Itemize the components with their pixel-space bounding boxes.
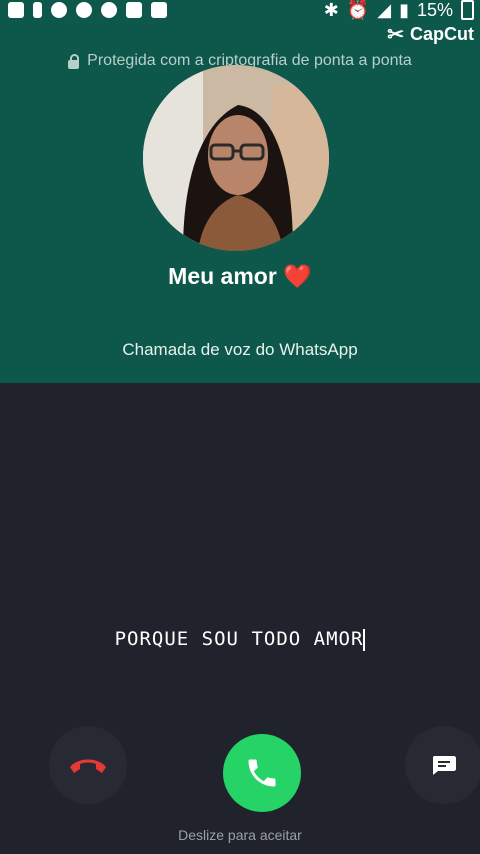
swipe-hint: Deslize para aceitar bbox=[178, 827, 302, 843]
whatsapp-icon bbox=[51, 2, 67, 18]
status-bar: ✱ ⏰ ◢ ▮ 15% bbox=[0, 0, 480, 24]
accept-button[interactable] bbox=[223, 734, 301, 812]
contact-avatar bbox=[143, 65, 329, 251]
status-icons-left bbox=[8, 0, 167, 20]
heart-emoji: ❤️ bbox=[283, 263, 312, 289]
lock-icon bbox=[68, 53, 80, 69]
call-type: Chamada de voz do WhatsApp bbox=[122, 340, 358, 359]
signal-icon: ▮ bbox=[399, 0, 409, 20]
capcut-logo-icon: ✂ bbox=[387, 24, 404, 46]
notification-icon bbox=[8, 2, 24, 18]
text-cursor bbox=[363, 628, 366, 651]
alarm-icon: ⏰ bbox=[346, 0, 370, 20]
facebook-icon bbox=[101, 2, 117, 18]
capcut-label: CapCut bbox=[410, 24, 474, 44]
wifi-icon: ◢ bbox=[377, 0, 392, 20]
lyric-text: PORQUE SOU TODO AMOR bbox=[114, 628, 364, 650]
missed-call-icon bbox=[76, 2, 92, 18]
image-icon bbox=[151, 2, 167, 18]
message-button[interactable] bbox=[405, 726, 480, 804]
call-header: ✱ ⏰ ◢ ▮ 15% ✂ CapCut Protegida com a cri… bbox=[0, 0, 480, 383]
battery-level: 15% bbox=[416, 0, 453, 20]
capcut-watermark: ✂ CapCut bbox=[387, 22, 474, 47]
phone-icon bbox=[248, 759, 276, 787]
battery-icon bbox=[461, 0, 474, 20]
contact-name: Meu amor ❤️ bbox=[0, 263, 480, 290]
contact-name-text: Meu amor bbox=[168, 263, 277, 289]
decline-button[interactable] bbox=[49, 726, 127, 804]
app-icon bbox=[126, 2, 142, 18]
lyric-overlay: PORQUE SOU TODO AMOR bbox=[0, 628, 480, 651]
message-icon bbox=[433, 756, 456, 775]
status-icons-right: ✱ ⏰ ◢ ▮ 15% bbox=[324, 0, 474, 20]
alert-icon bbox=[33, 2, 42, 18]
bluetooth-icon: ✱ bbox=[323, 0, 339, 20]
phone-hangup-icon bbox=[70, 759, 106, 773]
